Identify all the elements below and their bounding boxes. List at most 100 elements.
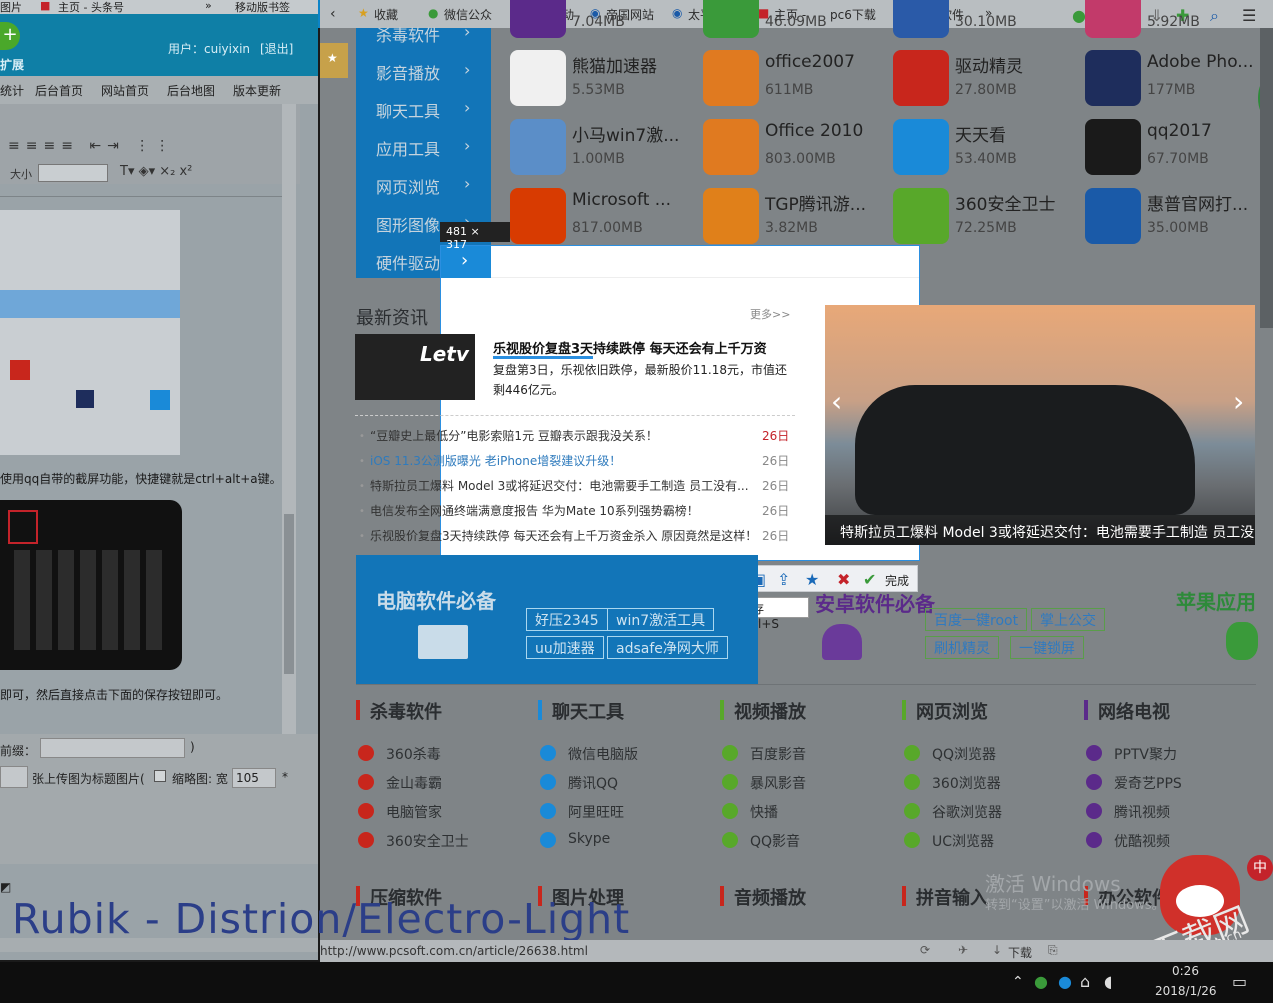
app-item[interactable]: office2007 611MB xyxy=(703,46,888,110)
software-link[interactable]: 电脑管家 xyxy=(386,802,442,822)
close-icon[interactable]: ✖ xyxy=(837,570,850,589)
tag-uu[interactable]: uu加速器 xyxy=(526,636,604,659)
translate-icon[interactable]: ⎘ xyxy=(1048,943,1058,958)
app-item[interactable]: 30.10MB xyxy=(893,0,1078,42)
download-icon[interactable]: ↓ xyxy=(992,943,1002,957)
software-link[interactable]: 腾讯QQ xyxy=(568,773,618,793)
sidebar-item-graphics[interactable]: 图形图像› xyxy=(376,212,470,236)
pin-icon[interactable]: ✈ xyxy=(958,943,968,957)
volume-icon[interactable]: ◖ xyxy=(1104,972,1112,991)
app-item[interactable]: 小马win7激... 1.00MB xyxy=(510,115,695,179)
bookmark-wechat[interactable]: 微信公众 xyxy=(444,6,492,23)
software-link[interactable]: QQ浏览器 xyxy=(932,744,996,764)
software-link[interactable]: Skype xyxy=(568,831,610,847)
app-item[interactable]: 天天看 53.40MB xyxy=(893,115,1078,179)
software-link[interactable]: 快播 xyxy=(750,802,778,822)
nav-site-home[interactable]: 网站首页 xyxy=(101,82,149,99)
software-link[interactable]: 优酷视频 xyxy=(1114,831,1170,851)
software-link[interactable]: 微信电脑版 xyxy=(568,744,638,764)
app-item[interactable]: 7.04MB xyxy=(510,0,695,42)
done-button[interactable]: 完成 xyxy=(885,572,909,589)
software-link[interactable]: 360浏览器 xyxy=(932,773,1001,793)
news-item[interactable]: 电信发布全网通终端满意度报告 华为Mate 10系列强势霸榜！ xyxy=(370,502,750,519)
logout-link[interactable]: [退出] xyxy=(260,40,293,57)
wechat-tray-icon[interactable]: ● xyxy=(1034,972,1048,991)
news-item[interactable]: 乐视股价复盘3天持续跌停 每天还会有上千万资金杀入 原因竟然是这样！ xyxy=(370,527,750,544)
sidebar-item-media[interactable]: 影音播放 › xyxy=(376,60,470,84)
chevron-right-icon[interactable]: › xyxy=(1233,385,1244,418)
software-link[interactable]: 金山毒霸 xyxy=(386,773,442,793)
tag-flash[interactable]: 刷机精灵 xyxy=(925,636,999,659)
app-item[interactable]: 360安全卫士 72.25MB xyxy=(893,184,1078,248)
nav-admin-map[interactable]: 后台地图 xyxy=(167,82,215,99)
notification-icon[interactable]: ▭ xyxy=(1232,972,1247,991)
category-title[interactable]: 网络电视 xyxy=(1098,698,1170,724)
thumb-checkbox[interactable] xyxy=(154,770,166,782)
headline-link[interactable]: 乐视股价复盘3天持续跌停 每天还会有上千万资 xyxy=(493,338,767,357)
more-link[interactable]: 更多>> xyxy=(750,306,790,322)
app-item[interactable]: 46.09MB xyxy=(703,0,888,42)
sidebar-item-antivirus[interactable]: 杀毒软件 › xyxy=(376,22,470,46)
software-link[interactable]: 360杀毒 xyxy=(386,744,441,764)
news-item[interactable]: iOS 11.3公测版曝光 老iPhone增裂建议升级！ xyxy=(370,452,750,469)
back-icon[interactable]: ‹ xyxy=(330,6,336,22)
text-format-icons[interactable]: T▾ ◈▾ ×₂ x² xyxy=(120,164,192,179)
app-item[interactable]: Microsoft ... 817.00MB xyxy=(510,184,695,248)
category-title[interactable]: 拼音输入 xyxy=(916,884,988,910)
small-image-icon[interactable]: ◩ xyxy=(0,880,11,894)
app-item[interactable]: Adobe Pho... 177MB xyxy=(1085,46,1270,110)
app-item[interactable]: 驱动精灵 27.80MB xyxy=(893,46,1078,110)
software-link[interactable]: 百度影音 xyxy=(750,744,806,764)
category-title[interactable]: 视频播放 xyxy=(734,698,806,724)
category-title[interactable]: 杀毒软件 xyxy=(370,698,442,724)
category-title[interactable]: 音频播放 xyxy=(734,884,806,910)
software-link[interactable]: 爱奇艺PPS xyxy=(1114,773,1182,793)
tag-win7[interactable]: win7激活工具 xyxy=(607,608,715,631)
sidebar-item-apps[interactable]: 应用工具 › xyxy=(376,136,470,160)
category-title[interactable]: 聊天工具 xyxy=(552,698,624,724)
chevron-left-icon[interactable]: ‹ xyxy=(831,385,842,418)
nav-version-update[interactable]: 版本更新 xyxy=(233,82,281,99)
app-item[interactable]: 惠普官网打... 35.00MB xyxy=(1085,184,1270,248)
tag-bus[interactable]: 掌上公交 xyxy=(1031,608,1105,631)
tray-up-icon[interactable]: ⌃ xyxy=(1012,974,1024,990)
tab-mobile-bookmarks[interactable]: 移动版书签 xyxy=(235,0,290,15)
thumb-width-input[interactable]: 105 xyxy=(232,768,276,788)
download-label[interactable]: 下载 xyxy=(1008,944,1032,961)
scroll-thumb[interactable] xyxy=(284,514,294,674)
app-item[interactable]: qq2017 67.70MB xyxy=(1085,115,1270,179)
pin-icon[interactable]: ★ xyxy=(805,570,819,589)
plus-icon[interactable]: + xyxy=(0,22,20,50)
software-link[interactable]: PPTV聚力 xyxy=(1114,744,1177,764)
nav-stats[interactable]: 统计 xyxy=(0,82,24,99)
sidebar-item-chat[interactable]: 聊天工具 › xyxy=(376,98,470,122)
clock-date[interactable]: 2018/1/26 xyxy=(1155,984,1217,998)
software-link[interactable]: UC浏览器 xyxy=(932,831,994,851)
software-link[interactable]: 谷歌浏览器 xyxy=(932,802,1002,822)
software-link[interactable]: 360安全卫士 xyxy=(386,831,469,851)
side-badge[interactable]: 中 xyxy=(1247,855,1273,881)
align-icons[interactable]: ≡≡≡≡ ⇤⇥ ⋮⋮ xyxy=(8,138,208,158)
software-link[interactable]: 暴风影音 xyxy=(750,773,806,793)
sidebar-item-drivers[interactable]: 硬件驱动› xyxy=(376,250,470,274)
app-item[interactable]: 5.92MB xyxy=(1085,0,1270,42)
qq-tray-icon[interactable]: ● xyxy=(1058,972,1072,991)
editor-scrollbar[interactable] xyxy=(282,104,296,734)
tag-adsafe[interactable]: adsafe净网大师 xyxy=(607,636,728,659)
app-item[interactable]: 熊猫加速器 5.53MB xyxy=(510,46,695,110)
tag-haozip[interactable]: 好压2345 xyxy=(526,608,608,631)
app-item[interactable]: TGP腾讯游... 3.82MB xyxy=(703,184,888,248)
tab-overflow[interactable]: » xyxy=(205,0,212,12)
news-item[interactable]: 特斯拉员工爆料 Model 3或将延迟交付：电池需要手工制造 员工没有... xyxy=(370,477,750,494)
count-input[interactable] xyxy=(0,766,28,788)
category-title[interactable]: 网页浏览 xyxy=(916,698,988,724)
software-link[interactable]: 阿里旺旺 xyxy=(568,802,624,822)
software-link[interactable]: 腾讯视频 xyxy=(1114,802,1170,822)
font-size-select[interactable] xyxy=(38,164,108,182)
tag-lock[interactable]: 一键锁屏 xyxy=(1010,636,1084,659)
refresh-icon[interactable]: ⟳ xyxy=(920,943,930,957)
clock-time[interactable]: 0:26 xyxy=(1172,964,1199,978)
nav-admin-home[interactable]: 后台首页 xyxy=(35,82,83,99)
app-item[interactable]: Office 2010 803.00MB xyxy=(703,115,888,179)
sidebar-item-browser[interactable]: 网页浏览 › xyxy=(376,174,470,198)
